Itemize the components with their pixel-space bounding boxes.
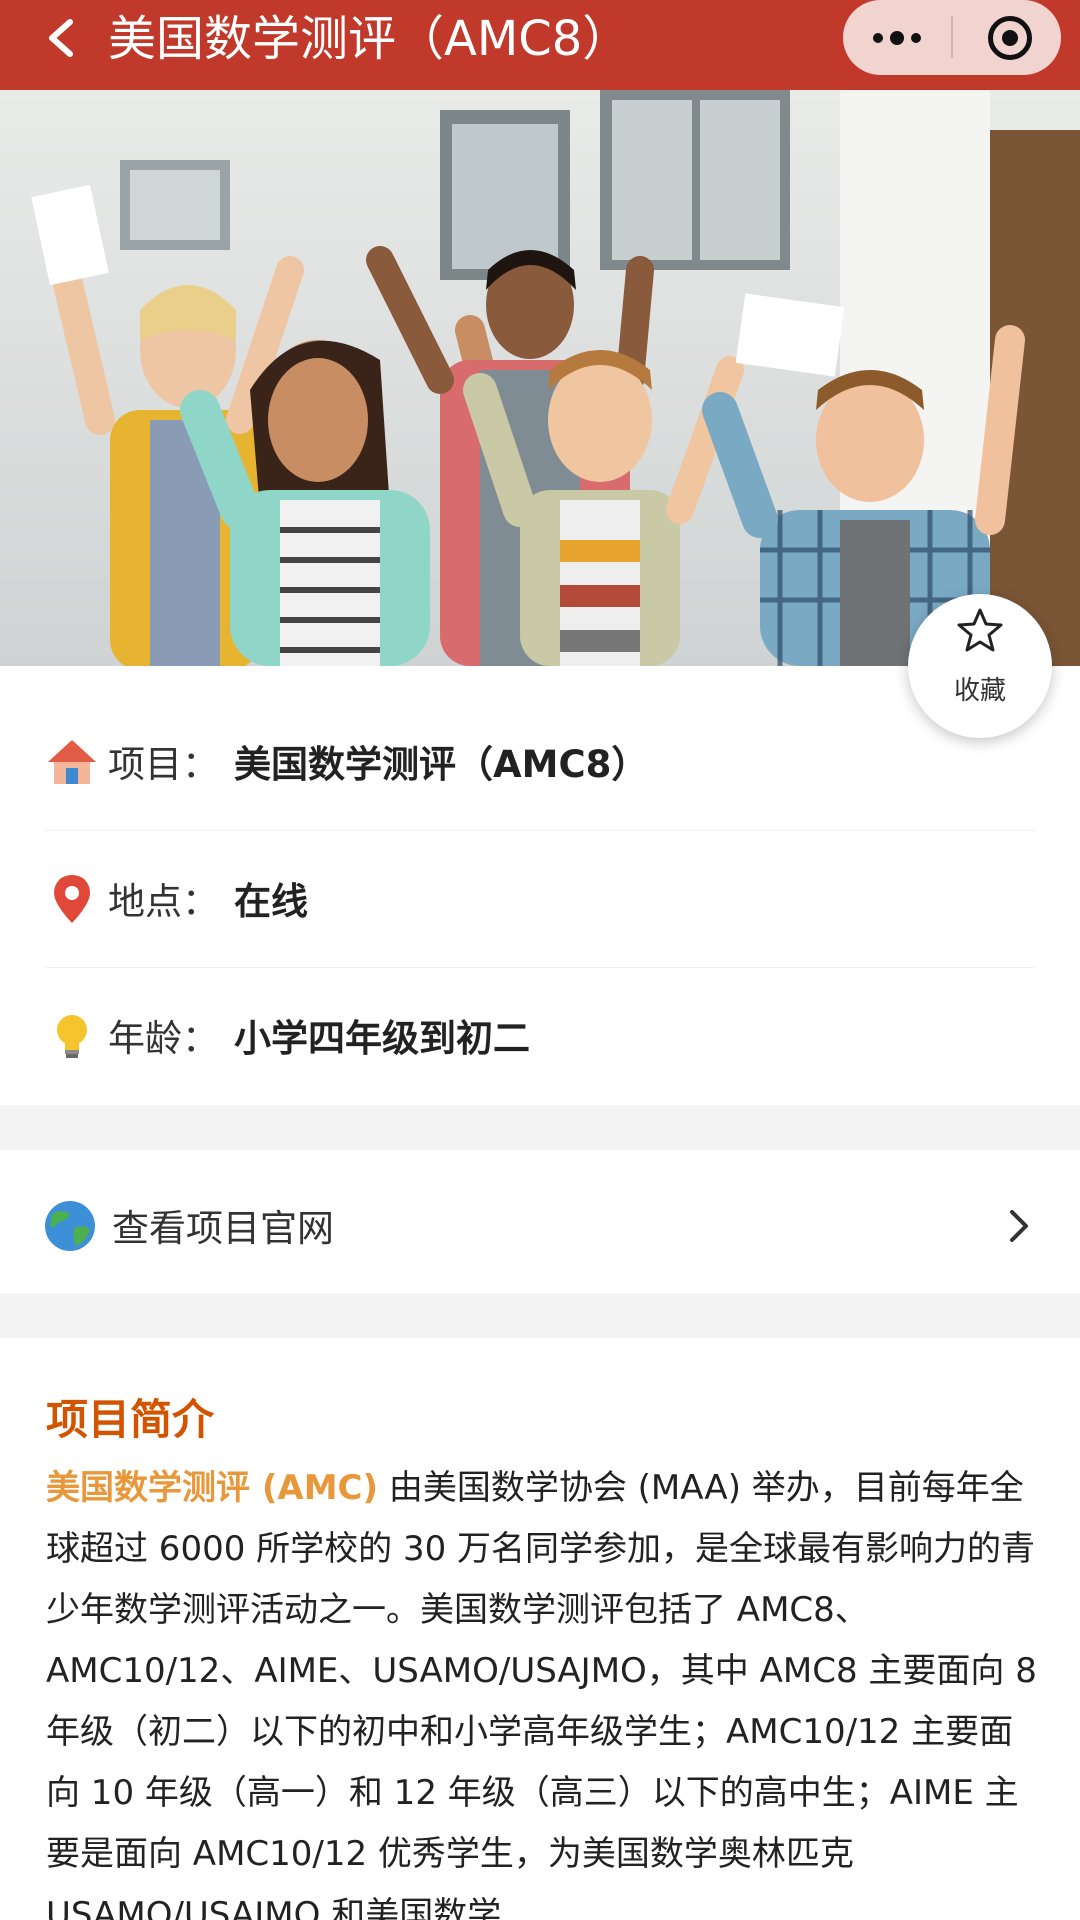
top-navbar: 美国数学测评（AMC8） (0, 0, 1080, 90)
location-pin-icon (54, 875, 90, 923)
lightbulb-icon (57, 1015, 87, 1058)
intro-text: 由美国数学协会 (MAA) 举办，目前每年全球超过 6000 所学校的 30 万… (46, 1468, 1037, 1920)
section-gap (0, 1293, 1080, 1338)
close-button[interactable] (953, 0, 1061, 75)
section-gap (0, 1105, 1080, 1150)
chevron-right-icon (1010, 1210, 1028, 1242)
intro-title: 项目简介 (46, 1395, 215, 1444)
intro-highlight: 美国数学测评 (AMC) (46, 1468, 379, 1508)
website-link-label: 查看项目官网 (112, 1207, 334, 1250)
more-dots-icon (873, 31, 923, 45)
page: 美国数学测评（AMC8） 收藏 项目： 美国数学测评（AMC8） 地点： 在线 … (0, 0, 1080, 1920)
target-icon (988, 16, 1032, 60)
page-title: 美国数学测评（AMC8） (108, 11, 631, 67)
website-link-row[interactable]: 查看项目官网 (0, 1150, 1080, 1293)
info-row-location: 地点： 在线 (46, 831, 1034, 968)
star-outline-icon (957, 608, 1003, 652)
info-label: 年龄： (108, 1017, 219, 1060)
back-button[interactable] (32, 8, 92, 68)
info-value: 美国数学测评（AMC8） (234, 743, 649, 786)
info-row-project: 项目： 美国数学测评（AMC8） (46, 694, 1034, 831)
intro-section: 项目简介 美国数学测评 (AMC) 由美国数学协会 (MAA) 举办，目前每年全… (0, 1338, 1080, 1920)
globe-icon (45, 1201, 95, 1251)
chevron-left-icon (49, 19, 73, 57)
info-value: 小学四年级到初二 (234, 1017, 530, 1060)
mini-program-capsule (843, 0, 1061, 75)
intro-body: 美国数学测评 (AMC) 由美国数学协会 (MAA) 举办，目前每年全球超过 6… (46, 1458, 1040, 1920)
more-button[interactable] (843, 0, 951, 75)
info-value: 在线 (234, 880, 308, 923)
info-label: 项目： (108, 743, 219, 786)
info-row-age: 年龄： 小学四年级到初二 (46, 968, 1034, 1105)
hero-image (0, 90, 1080, 666)
info-label: 地点： (108, 880, 219, 923)
house-icon (48, 740, 96, 784)
